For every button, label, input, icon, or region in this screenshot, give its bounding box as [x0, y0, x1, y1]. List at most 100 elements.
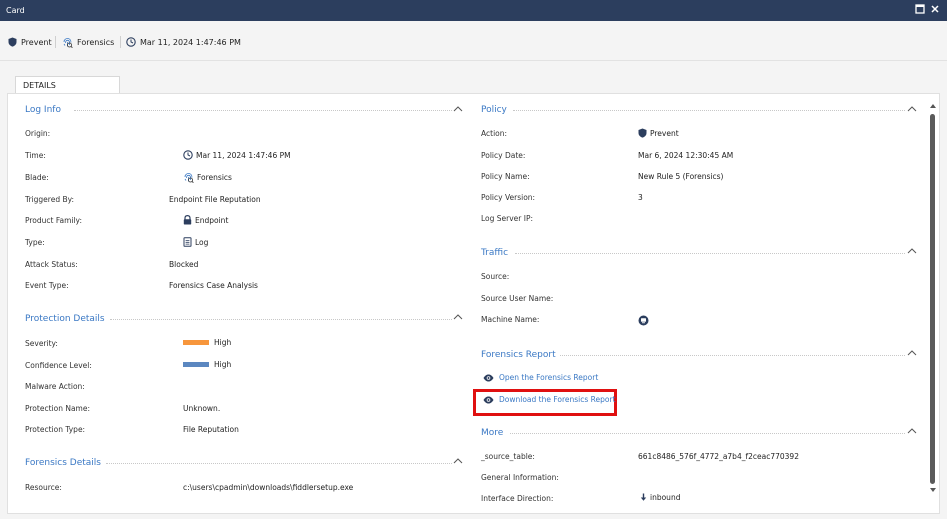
field-label-policy-name: Policy Name:	[481, 172, 530, 181]
chevron-up-icon[interactable]	[907, 427, 917, 435]
field-label-severity: Severity:	[25, 339, 58, 348]
field-label-triggered-by: Triggered By:	[25, 195, 75, 204]
field-value-text: inbound	[650, 493, 681, 502]
machine-icon[interactable]	[638, 315, 649, 326]
tab-details[interactable]: DETAILS	[15, 76, 120, 94]
field-label-confidence-level: Confidence Level:	[25, 361, 92, 370]
window-titlebar: Card	[0, 0, 947, 21]
chevron-up-icon[interactable]	[453, 313, 463, 321]
open-forensics-report-label[interactable]: Open the Forensics Report	[499, 373, 598, 382]
section-title-log-info: Log Info	[25, 105, 61, 115]
section-title-policy: Policy	[481, 105, 507, 115]
field-value-machine-name[interactable]	[638, 315, 652, 326]
field-label-origin: Origin:	[25, 129, 51, 138]
field-label-event-type: Event Type:	[25, 281, 69, 290]
field-value-attack-status: Blocked	[169, 260, 199, 269]
field-value-protection-name: Unknown.	[183, 404, 221, 413]
field-label-protection-name: Protection Name:	[25, 404, 90, 413]
summary-bar: Prevent Forensics Mar 11, 2024 1:47:46 P…	[0, 21, 947, 61]
field-label-machine-name: Machine Name:	[481, 315, 540, 324]
severity-bar	[183, 340, 209, 345]
field-label-log-server-ip: Log Server IP:	[481, 214, 534, 223]
download-forensics-report-link[interactable]: Download the Forensics Report	[483, 395, 616, 404]
field-label-malware-action: Malware Action:	[25, 382, 85, 391]
section-title-forensics-report: Forensics Report	[481, 350, 556, 360]
shield-icon	[638, 128, 647, 138]
field-value-policy-name: New Rule 5 (Forensics)	[638, 172, 724, 181]
fingerprint-icon	[184, 173, 194, 183]
field-label-type: Type:	[25, 238, 45, 247]
field-value-blade: Forensics	[183, 172, 232, 183]
field-value-triggered-by: Endpoint File Reputation	[169, 195, 261, 204]
window-title: Card	[6, 6, 25, 15]
field-value-policy-date: Mar 6, 2024 12:30:45 AM	[638, 151, 734, 160]
scroll-down-arrow-icon[interactable]	[928, 486, 938, 494]
section-title-more: More	[481, 428, 504, 438]
field-value-text: High	[214, 338, 232, 347]
field-value-interface-direction: inbound	[640, 493, 680, 502]
scroll-up-arrow-icon[interactable]	[928, 102, 938, 110]
open-forensics-report-link[interactable]: Open the Forensics Report	[483, 373, 598, 382]
section-divider	[560, 355, 905, 356]
field-value-text: Log	[195, 237, 209, 247]
field-value-event-type: Forensics Case Analysis	[169, 281, 258, 290]
field-value-protection-type: File Reputation	[183, 425, 239, 434]
eye-icon	[483, 396, 494, 403]
field-label-source: Source:	[481, 272, 510, 281]
field-value-text: High	[214, 360, 232, 369]
details-panel: Log Info Origin: Time: Mar 11, 2024 1:47…	[7, 93, 940, 514]
section-divider	[510, 433, 905, 434]
summary-action: Prevent	[8, 37, 52, 47]
field-label-general-information: General Information:	[481, 473, 559, 482]
field-value-text: Endpoint	[195, 215, 229, 225]
fingerprint-icon	[63, 38, 73, 48]
chevron-up-icon[interactable]	[907, 105, 917, 113]
section-title-protection-details: Protection Details	[25, 314, 105, 324]
arrow-down-icon	[640, 493, 647, 501]
document-icon	[183, 237, 192, 247]
field-value-source-table: 661c8486_576f_4772_a7b4_f2ceac770392	[638, 452, 799, 461]
field-value-severity: High	[183, 338, 231, 347]
section-divider	[106, 463, 452, 464]
maximize-icon[interactable]	[915, 4, 927, 16]
chevron-up-icon[interactable]	[907, 247, 917, 255]
field-label-source-user-name: Source User Name:	[481, 294, 554, 303]
field-value-policy-version: 3	[638, 193, 643, 202]
field-value-action: Prevent	[638, 128, 679, 138]
field-value-time: Mar 11, 2024 1:47:46 PM	[183, 150, 291, 160]
field-label-protection-type: Protection Type:	[25, 425, 86, 434]
summary-divider	[120, 36, 121, 48]
chevron-up-icon[interactable]	[907, 349, 917, 357]
field-label-interface-direction: Interface Direction:	[481, 494, 554, 503]
details-container: DETAILS Log Info Origin: Time: Mar 11, 2…	[0, 61, 947, 519]
field-value-text: Prevent	[650, 128, 679, 138]
field-label-product-family: Product Family:	[25, 216, 82, 225]
scrollbar-thumb[interactable]	[930, 114, 935, 484]
field-value-text: Mar 11, 2024 1:47:46 PM	[196, 150, 291, 160]
field-label-action: Action:	[481, 129, 508, 138]
field-value-product-family: Endpoint	[183, 215, 228, 225]
close-icon[interactable]	[930, 4, 942, 16]
section-divider	[515, 253, 905, 254]
field-label-time: Time:	[25, 151, 46, 160]
chevron-up-icon[interactable]	[453, 105, 463, 113]
summary-action-label: Prevent	[21, 37, 52, 47]
field-value-resource: c:\users\cpadmin\downloads\fiddlersetup.…	[183, 483, 354, 492]
field-label-policy-version: Policy Version:	[481, 193, 536, 202]
section-title-traffic: Traffic	[481, 248, 509, 258]
summary-divider	[55, 36, 56, 48]
section-divider	[110, 319, 452, 320]
download-forensics-report-label[interactable]: Download the Forensics Report	[499, 395, 616, 404]
summary-time: Mar 11, 2024 1:47:46 PM	[126, 37, 241, 47]
field-label-resource: Resource:	[25, 483, 62, 492]
clock-icon	[126, 37, 136, 47]
lock-icon	[183, 215, 192, 225]
shield-icon	[8, 37, 17, 47]
section-title-forensics-details: Forensics Details	[25, 458, 101, 468]
summary-time-label: Mar 11, 2024 1:47:46 PM	[140, 37, 241, 47]
section-divider	[74, 110, 452, 111]
field-label-blade: Blade:	[25, 173, 49, 182]
chevron-up-icon[interactable]	[453, 457, 463, 465]
section-divider	[513, 110, 905, 111]
summary-blade: Forensics	[62, 37, 114, 48]
